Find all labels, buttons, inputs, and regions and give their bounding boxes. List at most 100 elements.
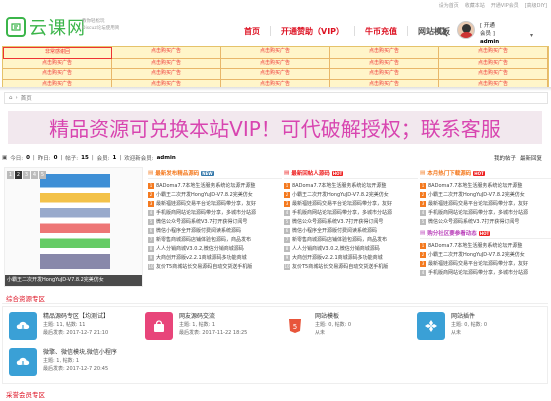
- list-item[interactable]: 6 微信小程序全开源版付费阅读系统源码: [148, 226, 282, 235]
- list-item-title[interactable]: 微信小程序全开源版付费阅读系统源码: [156, 227, 241, 234]
- site-logo[interactable]: 云课网: [6, 14, 86, 40]
- ad-cell[interactable]: 点击购买广告: [3, 69, 112, 80]
- list-item-title[interactable]: 手机版商网站论坛源码带分享，多城市分站源: [428, 269, 528, 276]
- ad-cell[interactable]: 点击购买广告: [439, 47, 548, 59]
- list-item[interactable]: 7 新零售商城源码店铺体验包源码，商品发布: [148, 235, 282, 244]
- avatar[interactable]: [457, 21, 475, 39]
- list-item-title[interactable]: 手机版商网站论坛源码带分享，多城市分站源: [156, 209, 256, 216]
- list-item[interactable]: 5 微信公众号源码系统V3.7打开获得订阅号: [148, 217, 282, 226]
- forum-item[interactable]: 网友源码交流 主题: 1, 帖数: 1 最后发表: 2017-11-22 18:…: [139, 309, 273, 345]
- list-item-title[interactable]: 小霸王二次开发HongYuJD-V7.8.2完美仿女: [428, 191, 525, 198]
- username[interactable]: admin: [480, 38, 499, 46]
- list-item[interactable]: 8 人人分销商城V3.0.2,微信分销商城源码: [284, 244, 418, 253]
- list-item-title[interactable]: 新零售商城源码店铺体验包源码，商品发布: [156, 236, 251, 243]
- ad-cell[interactable]: 点击购买广告: [112, 69, 221, 80]
- list-item[interactable]: 2 小霸王二次开发HongYuJD-V7.8.2完美仿女: [420, 250, 551, 259]
- list-item[interactable]: 10 友价T5商城站长交易源码自动交货送手机版: [148, 262, 282, 271]
- set-homepage-link[interactable]: 设为首页: [439, 2, 459, 9]
- list-item-title[interactable]: 最新福娃源码交易平台论坛源码带分享，友好: [428, 200, 528, 207]
- list-item[interactable]: 9 大商创开源版v2.2.1商城源码多功能商城: [284, 253, 418, 262]
- list-item[interactable]: 4 手机版商网站论坛源码带分享，多城市分站源: [420, 268, 551, 277]
- list-item-title[interactable]: 手机版商网站论坛源码带分享，多城市分站源: [428, 209, 528, 216]
- home-icon[interactable]: ⌂: [9, 95, 13, 101]
- list-item[interactable]: 1 8ADoma7.7本地生活服务系统论坛开源整: [420, 241, 551, 250]
- list-item[interactable]: 4 手机版商网站论坛源码带分享，多城市分站源: [420, 208, 551, 217]
- ad-cell[interactable]: 点击购买广告: [112, 47, 221, 59]
- list-item-title[interactable]: 8ADoma7.7本地生活服务系统论坛源开源整: [156, 182, 255, 189]
- section-header[interactable]: 采誉会员专区: [2, 388, 548, 400]
- my-posts-link[interactable]: 我的帖子: [494, 154, 516, 162]
- list-item[interactable]: 2 小霸王二次开发HongYuJD-V7.8.2完美仿女: [284, 190, 418, 199]
- list-item[interactable]: 1 8ADoma7.7本地生活服务系统论坛源开源整: [148, 181, 282, 190]
- list-item[interactable]: 2 小霸王二次开发HongYuJD-V7.8.2完美仿女: [420, 190, 551, 199]
- newest-member-link[interactable]: admin: [157, 155, 176, 161]
- list-item[interactable]: 3 最新福娃源码交易平台论坛源码带分享，友好: [420, 199, 551, 208]
- slideshow[interactable]: 1 2 3 4 5 小霸王二次开发HongYuJD-V7.8.2完美仿女: [4, 167, 143, 287]
- list-item-title[interactable]: 微信公众号源码系统V3.7打开获得订阅号: [156, 218, 247, 225]
- ad-cell[interactable]: 点击购买广告: [3, 58, 112, 69]
- list-item[interactable]: 1 8ADoma7.7本地生活服务系统论坛开源整: [284, 181, 418, 190]
- list-item-title[interactable]: 手机版商网站论坛源码带分享，多城市分站源: [292, 209, 392, 216]
- search-icon[interactable]: [438, 27, 448, 37]
- list-item[interactable]: 7 新零售商城源码店铺体验包源码，商品发布: [284, 235, 418, 244]
- list-item-title[interactable]: 人人分销商城V3.0.2,微信分销商城源码: [156, 245, 244, 252]
- list-item[interactable]: 8 人人分销商城V3.0.2,微信分销商城源码: [148, 244, 282, 253]
- nav-recharge[interactable]: 牛币充值: [365, 26, 397, 37]
- slide-dot[interactable]: 5: [39, 171, 46, 179]
- promo-banner[interactable]: 精品资源可兑换本站VIP！可代破解授权；联系客服: [8, 111, 542, 144]
- favorite-link[interactable]: 收藏本站: [465, 2, 485, 9]
- list-item[interactable]: 5 微信公众号源码系统V3.7打开获得订阅号: [420, 217, 551, 226]
- list-item[interactable]: 5 微信公众号源码系统V3.7打开获得订阅号: [284, 217, 418, 226]
- slide-dot[interactable]: 2: [15, 171, 22, 179]
- chevron-down-icon[interactable]: ▾: [530, 32, 533, 39]
- ad-cell[interactable]: 点击购买广告: [330, 58, 439, 69]
- vip-open-link[interactable]: [ 开通: [480, 23, 495, 29]
- slide-dot[interactable]: 3: [23, 171, 30, 179]
- list-item-title[interactable]: 最新福娃源码交易平台论坛源码带分享，友好: [292, 200, 392, 207]
- list-item-title[interactable]: 新零售商城源码店铺体验包源码，商品发布: [292, 236, 387, 243]
- nav-home[interactable]: 首页: [244, 26, 260, 37]
- list-item[interactable]: 9 大商创开源版v2.2.1商城源码多功能商城: [148, 253, 282, 262]
- list-item-title[interactable]: 微信公众号源码系统V3.7打开获得订阅号: [428, 218, 519, 225]
- vip-link[interactable]: 开通VIP会员: [491, 2, 519, 9]
- forum-item[interactable]: 微擎、微信模块,微信小程序 主题: 1, 帖数: 1 最后发表: 2017-12…: [3, 345, 137, 381]
- list-item-title[interactable]: 微信公众号源码系统V3.7打开获得订阅号: [292, 218, 383, 225]
- list-item-title[interactable]: 最新福娃源码交易平台论坛源码带分享，友好: [156, 200, 256, 207]
- ad-cell[interactable]: 非常感谢回: [3, 47, 112, 59]
- ad-cell[interactable]: 点击购买广告: [330, 47, 439, 59]
- latest-replies-link[interactable]: 最新回复: [520, 154, 542, 162]
- ad-cell[interactable]: 点击购买广告: [439, 69, 548, 80]
- list-item[interactable]: 4 手机版商网站论坛源码带分享，多城市分站源: [148, 208, 282, 217]
- list-item[interactable]: 1 8ADoma7.7本地生活服务系统论坛开源整: [420, 181, 551, 190]
- list-item[interactable]: 2 小霸王二次开发HongYuJD-V7.8.2完美仿女: [148, 190, 282, 199]
- list-item-title[interactable]: 8ADoma7.7本地生活服务系统论坛开源整: [428, 242, 522, 249]
- ad-cell[interactable]: 点击购买广告: [112, 58, 221, 69]
- list-item[interactable]: 3 最新福娃源码交易平台论坛源码带分享，友好: [148, 199, 282, 208]
- diy-link[interactable]: [高级DIY]: [525, 2, 547, 9]
- list-item-title[interactable]: 小霸王二次开发HongYuJD-V7.8.2完美仿女: [292, 191, 389, 198]
- forum-item[interactable]: 精品源码专区【均测试】 主题: 11, 帖数: 11 最后发表: 2017-12…: [3, 309, 137, 345]
- list-item-title[interactable]: 大商创开源版v2.2.1商城源码多功能商城: [156, 254, 247, 261]
- list-item-title[interactable]: 8ADoma7.7本地生活服务系统论坛开源整: [292, 182, 386, 189]
- list-item-title[interactable]: 微信小程序全开源版付费阅读系统源码: [292, 227, 377, 234]
- list-item[interactable]: 10 友价T5商城站长交易源码自动交货送手机版: [284, 262, 418, 271]
- ad-cell[interactable]: 点击购买广告: [221, 69, 330, 80]
- slide-image[interactable]: [40, 174, 110, 269]
- list-item-title[interactable]: 小霸王二次开发HongYuJD-V7.8.2完美仿女: [156, 191, 253, 198]
- slide-caption[interactable]: 小霸王二次开发HongYuJD-V7.8.2完美仿女: [5, 275, 142, 286]
- list-item-title[interactable]: 友价T5商城站长交易源码自动交货送手机版: [292, 263, 388, 270]
- slide-dot[interactable]: 1: [7, 171, 14, 179]
- ad-cell[interactable]: 点击购买广告: [221, 47, 330, 59]
- ad-cell[interactable]: 点击购买广告: [330, 69, 439, 80]
- list-item-title[interactable]: 8ADoma7.7本地生活服务系统论坛开源整: [428, 182, 522, 189]
- list-item-title[interactable]: 大商创开源版v2.2.1商城源码多功能商城: [292, 254, 383, 261]
- list-item[interactable]: 3 最新福娃源码交易平台论坛源码带分享，友好: [284, 199, 418, 208]
- forum-item[interactable]: 5 网站模板 主题: 0, 帖数: 0 从未: [275, 309, 409, 345]
- slide-dot[interactable]: 4: [31, 171, 38, 179]
- forum-item[interactable]: 网站插件 主题: 0, 帖数: 0 从未: [411, 309, 545, 345]
- list-item-title[interactable]: 友价T5商城站长交易源码自动交货送手机版: [156, 263, 252, 270]
- ad-cell[interactable]: 点击购买广告: [439, 58, 548, 69]
- list-item[interactable]: 4 手机版商网站论坛源码带分享，多城市分站源: [284, 208, 418, 217]
- list-item[interactable]: 3 最新福娃源码交易平台论坛源码带分享，友好: [420, 259, 551, 268]
- list-item-title[interactable]: 人人分销商城V3.0.2,微信分销商城源码: [292, 245, 380, 252]
